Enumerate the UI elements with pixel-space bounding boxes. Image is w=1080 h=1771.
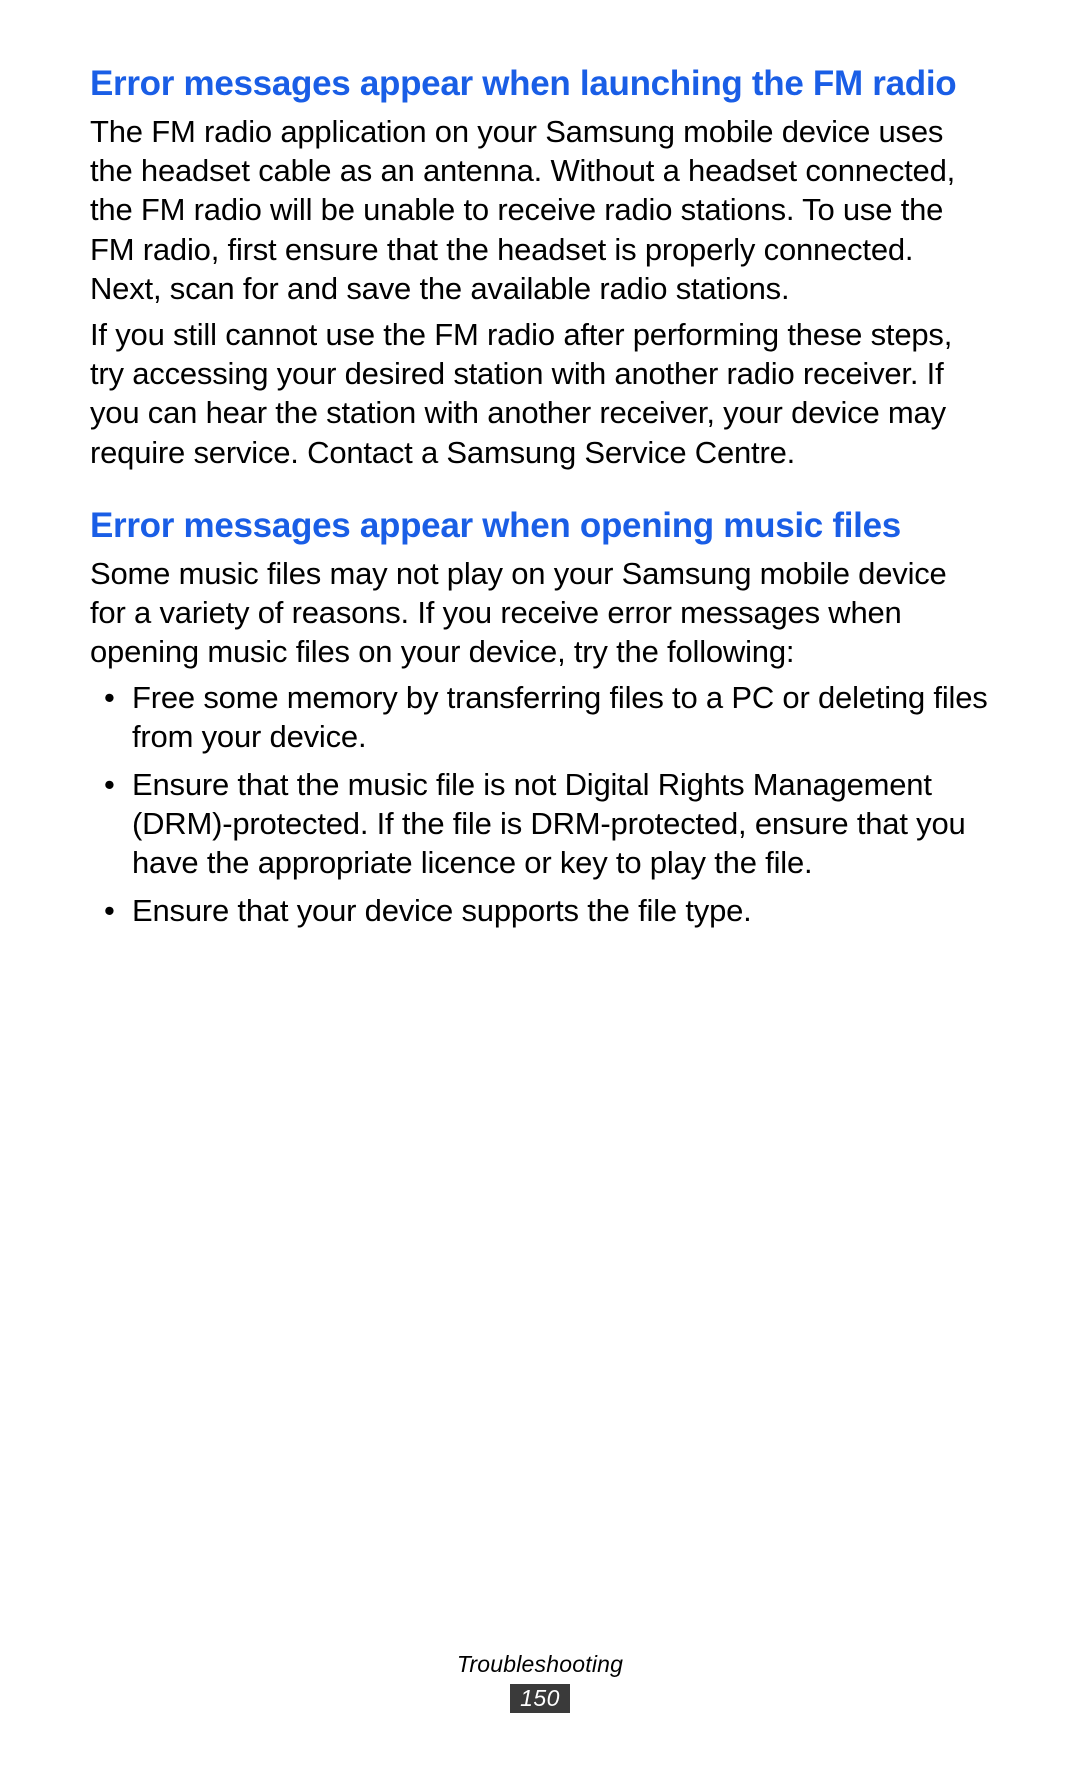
list-item: Ensure that your device supports the fil… <box>132 891 990 930</box>
section-heading-music-files: Error messages appear when opening music… <box>90 504 990 548</box>
page-footer: Troubleshooting 150 <box>0 1651 1080 1713</box>
paragraph: The FM radio application on your Samsung… <box>90 112 990 309</box>
page-number: 150 <box>510 1684 570 1713</box>
list-item: Free some memory by transferring files t… <box>132 678 990 757</box>
section-heading-fm-radio: Error messages appear when launching the… <box>90 62 990 106</box>
document-page: Error messages appear when launching the… <box>0 0 1080 1771</box>
bullet-list: Free some memory by transferring files t… <box>90 678 990 930</box>
paragraph: If you still cannot use the FM radio aft… <box>90 315 990 472</box>
paragraph: Some music files may not play on your Sa… <box>90 554 990 672</box>
footer-section-label: Troubleshooting <box>0 1651 1080 1678</box>
list-item: Ensure that the music file is not Digita… <box>132 765 990 883</box>
